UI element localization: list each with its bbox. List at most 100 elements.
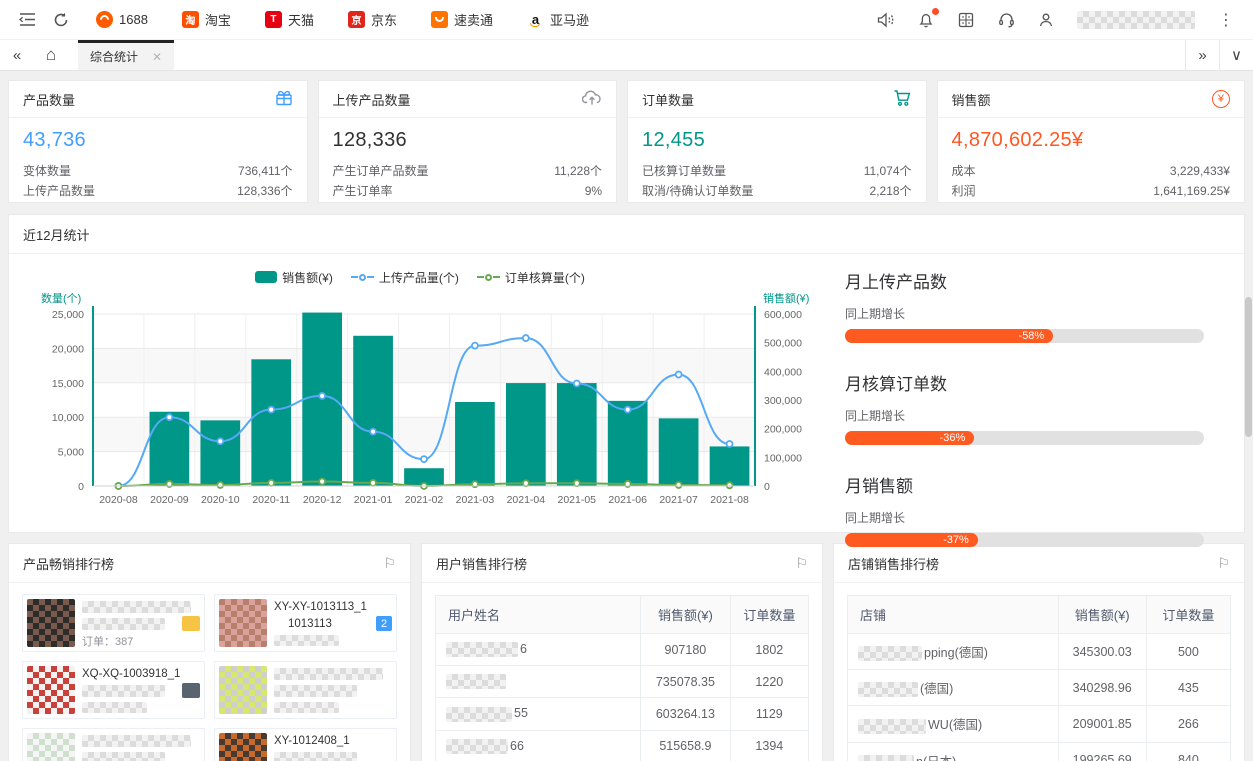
progress-bar: -36%	[845, 431, 1204, 445]
orders-cell: 1220	[730, 666, 808, 698]
username-redacted[interactable]	[1077, 11, 1195, 29]
svg-text:2020-12: 2020-12	[303, 494, 342, 506]
home-icon[interactable]: ⌂	[34, 40, 68, 70]
stat-row-label: 利润	[952, 181, 976, 201]
name-suffix: pping(德国)	[924, 646, 988, 660]
apps-grid-icon[interactable]	[949, 3, 983, 37]
redacted-text	[446, 707, 512, 722]
announcement-speaker-icon[interactable]	[869, 3, 903, 37]
product-card[interactable]: XQ-XQ-1003918_1	[22, 661, 205, 719]
progress-fill: -37%	[845, 533, 978, 547]
tab-close-icon[interactable]: ✕	[152, 50, 162, 64]
growth-label: 同上期增长	[845, 509, 1204, 526]
stat-row-label: 成本	[952, 161, 976, 181]
monthly-stats-chart: 05,00010,00015,00020,00025,0000100,00020…	[13, 290, 827, 533]
collapse-sidebar-icon[interactable]	[10, 3, 44, 37]
tab-composite-stats[interactable]: 综合统计 ✕	[78, 40, 174, 70]
gift-icon	[275, 89, 293, 110]
tabbar-spacer	[174, 40, 1185, 70]
legend-item[interactable]: 订单核算量(个)	[477, 269, 585, 286]
shop-sales-table: 店铺销售额(¥)订单数量 pping(德国) 345300.03 500 (德国…	[847, 595, 1231, 761]
scroll-tabs-right-icon[interactable]: »	[1185, 40, 1219, 70]
platform-tab-速卖通[interactable]: 速卖通	[431, 10, 493, 29]
sales-cell: 209001.85	[1058, 706, 1146, 742]
orders-cell: 266	[1146, 706, 1230, 742]
support-headset-icon[interactable]	[989, 3, 1023, 37]
refresh-icon[interactable]	[44, 3, 78, 37]
name-cell: n(日本)	[848, 742, 1059, 761]
name-cell: 6	[436, 634, 641, 666]
chart-legend: 销售额(¥) 上传产品量(个) 订单核算量(个)	[13, 264, 827, 290]
platform-label: 亚马逊	[550, 10, 589, 29]
product-card[interactable]	[214, 661, 397, 719]
product-card[interactable]: XY-XY-1013113_1 10131132	[214, 594, 397, 652]
collapse-tabs-icon[interactable]: ∨	[1219, 40, 1253, 70]
svg-text:5,000: 5,000	[58, 447, 84, 459]
svg-text:0: 0	[78, 481, 84, 493]
redacted-text	[82, 702, 147, 713]
redacted-text	[82, 735, 191, 747]
stat-row-label: 已核算订单数量	[642, 161, 726, 181]
platform-icon: T	[265, 11, 282, 28]
growth-group: 月上传产品数 同上期增长 -58%	[845, 268, 1204, 343]
stat-card-title: 销售额	[952, 90, 991, 109]
name-suffix: WU(德国)	[928, 718, 982, 732]
growth-label: 同上期增长	[845, 407, 1204, 424]
name-cell: (德国)	[848, 670, 1059, 706]
flag-icon[interactable]: ⚐	[795, 555, 808, 572]
platform-icon: a	[527, 11, 544, 28]
stat-row-label: 取消/待确认订单数量	[642, 181, 753, 201]
stat-row-value: 2,218个	[870, 181, 912, 201]
redacted-text	[82, 685, 165, 697]
user-ranking-panel: 用户销售排行榜 ⚐ 用户姓名销售额(¥)订单数量 6 907180 1802 7…	[421, 543, 823, 761]
flag-icon[interactable]: ⚐	[1217, 555, 1230, 572]
platform-tab-1688[interactable]: 1688	[96, 11, 148, 28]
orders-cell: 1802	[730, 634, 808, 666]
platform-tab-亚马逊[interactable]: a 亚马逊	[527, 10, 589, 29]
platform-label: 1688	[119, 12, 148, 27]
panel-title: 近12月统计	[23, 225, 89, 244]
platform-tab-淘宝[interactable]: 淘淘宝	[182, 10, 231, 29]
svg-text:销售额(¥): 销售额(¥)	[763, 291, 809, 305]
svg-text:0: 0	[764, 481, 770, 493]
notification-bell-icon[interactable]	[909, 3, 943, 37]
svg-text:300,000: 300,000	[764, 395, 802, 407]
table-header-cell: 店铺	[848, 596, 1059, 634]
name-cell	[436, 666, 641, 698]
svg-text:2021-04: 2021-04	[507, 494, 546, 506]
platform-icon: 淘	[182, 11, 199, 28]
cloud-upload-icon	[582, 89, 602, 109]
redacted-text	[82, 601, 191, 613]
more-menu-icon[interactable]: ⋮	[1209, 3, 1243, 37]
product-card[interactable]	[22, 728, 205, 761]
legend-item[interactable]: 上传产品量(个)	[351, 269, 459, 286]
name-suffix: (德国)	[920, 682, 953, 696]
platform-tab-京东[interactable]: 京京东	[348, 10, 397, 29]
flag-icon[interactable]: ⚐	[383, 555, 396, 572]
platform-icon	[96, 11, 113, 28]
platform-tab-天猫[interactable]: T天猫	[265, 10, 314, 29]
orders-cell: 1394	[730, 730, 808, 761]
name-cell: pping(德国)	[848, 634, 1059, 670]
tab-label: 综合统计	[90, 48, 138, 65]
sales-cell: 603264.13	[641, 698, 731, 730]
scroll-tabs-left-icon[interactable]: «	[0, 40, 34, 70]
product-badge	[182, 683, 200, 698]
product-card[interactable]: 订单：387	[22, 594, 205, 652]
svg-text:25,000: 25,000	[52, 309, 84, 321]
orders-cell: 840	[1146, 742, 1230, 761]
legend-item[interactable]: 销售额(¥)	[255, 269, 333, 286]
svg-text:数量(个): 数量(个)	[41, 292, 81, 305]
product-card[interactable]: XY-1012408_1	[214, 728, 397, 761]
svg-text:100,000: 100,000	[764, 452, 802, 464]
panel-title: 店铺销售排行榜	[848, 554, 939, 573]
user-icon[interactable]	[1029, 3, 1063, 37]
redacted-text	[274, 685, 357, 697]
progress-bar: -58%	[845, 329, 1204, 343]
product-badge	[182, 616, 200, 631]
stat-card-1: 产品数量 43,736 变体数量736,411个上传产品数量128,336个	[8, 80, 308, 203]
svg-text:2021-05: 2021-05	[557, 494, 596, 506]
scrollbar-thumb[interactable]	[1245, 297, 1252, 437]
toolbar-right: ⋮	[863, 3, 1243, 37]
platform-icon	[431, 11, 448, 28]
